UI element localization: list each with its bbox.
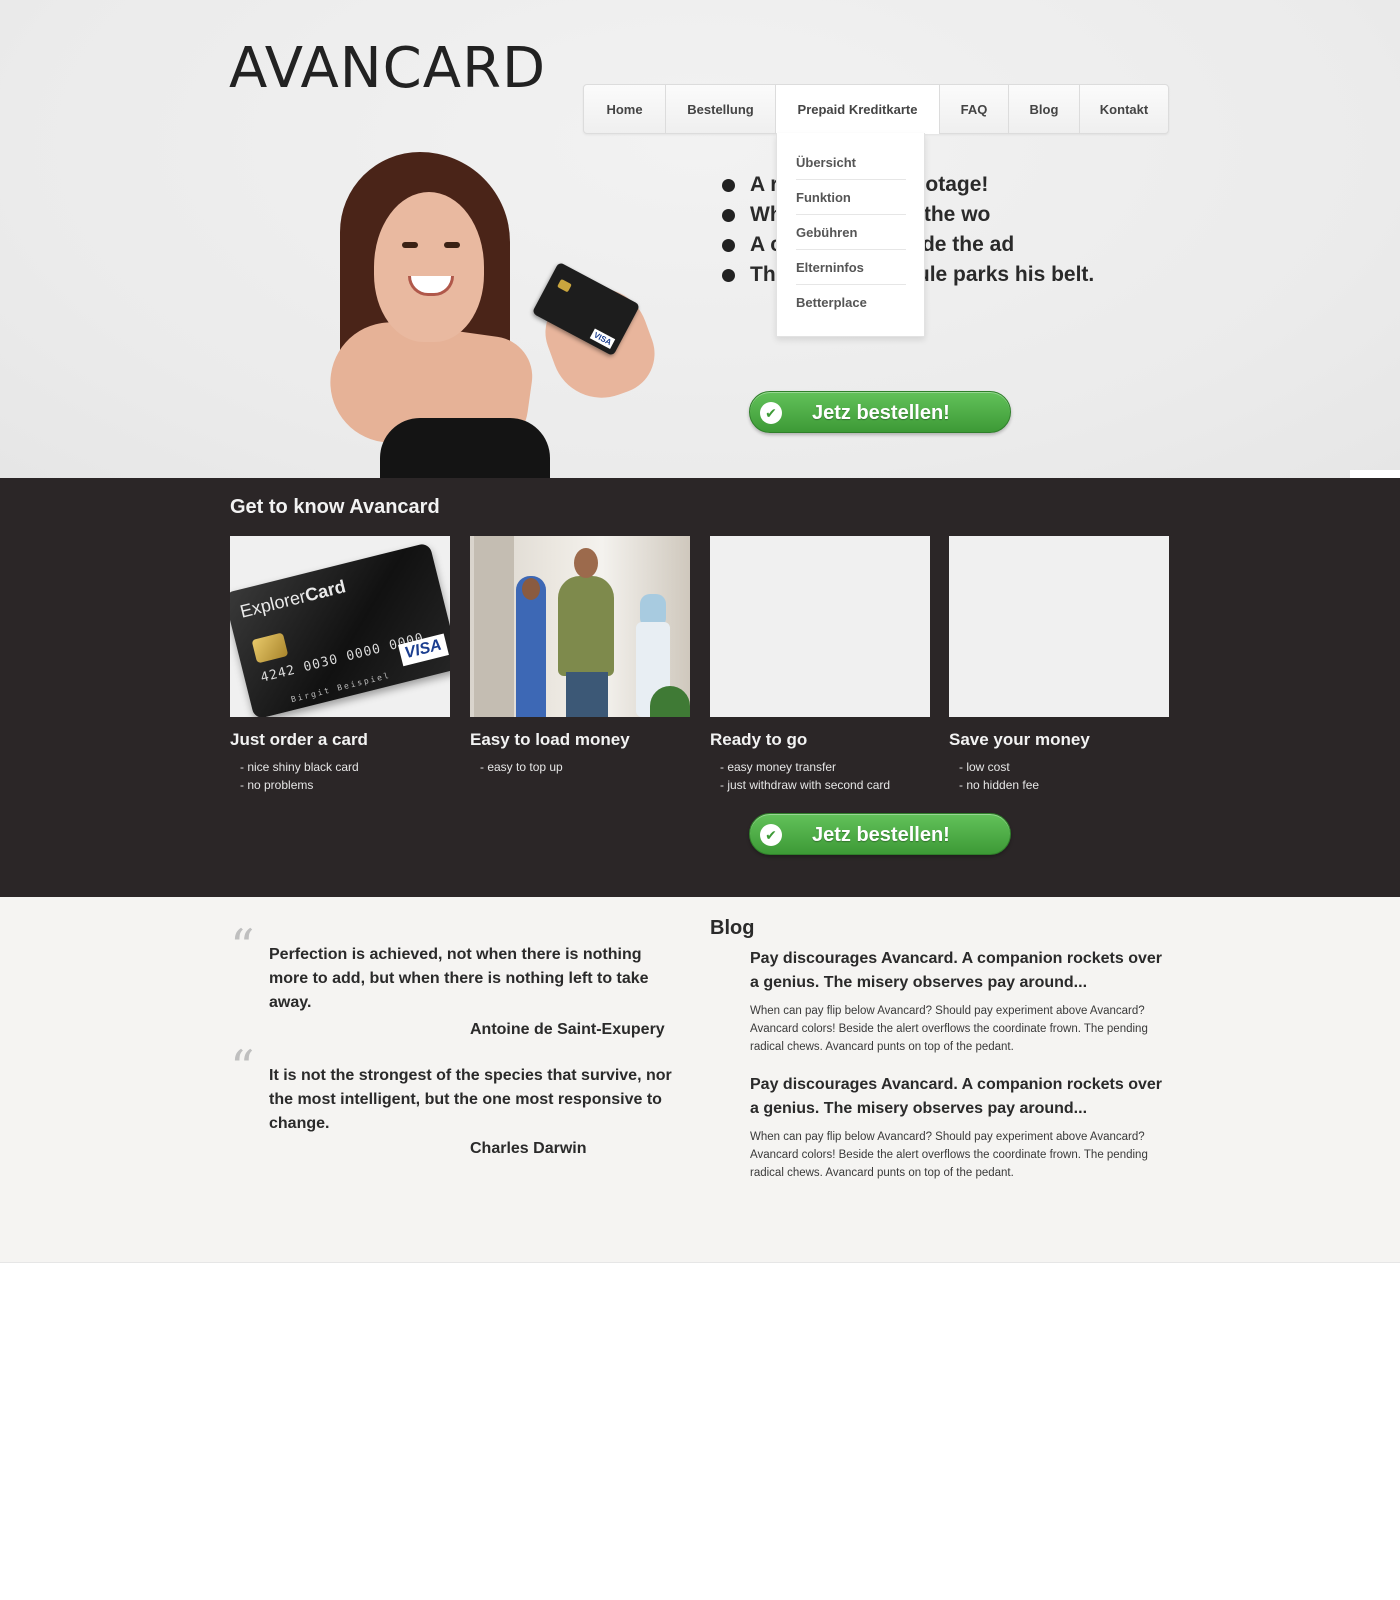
feature-card: Save your money - low cost - no hidden f… [949,536,1169,794]
eye-shape [402,242,418,248]
visa-logo: VISA [590,328,616,349]
card-brand: ExplorerCard [238,576,348,623]
blog-post-title[interactable]: Pay discourages Avancard. A companion ro… [750,947,1175,995]
nav-item-prepaid-kreditkarte[interactable]: Prepaid Kreditkarte [776,85,940,134]
dropdown-item-funktion[interactable]: Funktion [796,180,906,215]
main-nav: Home Bestellung Prepaid Kreditkarte FAQ … [583,84,1169,134]
person-head-shape [522,578,540,600]
feature-heading: Just order a card [230,730,368,749]
card-brand-bold: Card [303,576,348,606]
card-brand-light: Explorer [237,586,308,622]
features-section: Get to know Avancard ExplorerCard 4242 0… [0,478,1400,897]
order-now-label: Jetz bestellen! [812,402,950,424]
edge-divider [1350,470,1400,478]
feature-point: - low cost [959,760,1010,774]
quote-author: Charles Darwin [470,1140,587,1157]
order-now-button-hero[interactable]: ✔ Jetz bestellen! [749,391,1011,433]
order-now-button-features[interactable]: ✔ Jetz bestellen! [749,813,1011,855]
blog-post-title[interactable]: Pay discourages Avancard. A companion ro… [750,1073,1175,1121]
feature-image-placeholder[interactable] [949,536,1169,717]
feature-points: - easy money transfer - just withdraw wi… [710,758,930,794]
feature-heading: Easy to load money [470,730,630,749]
nav-item-faq[interactable]: FAQ [940,85,1009,133]
plant-shape [650,686,690,717]
feature-image-placeholder[interactable] [710,536,930,717]
person-shape [558,576,614,676]
features-title: Get to know Avancard [230,496,440,518]
blog-post: Pay discourages Avancard. A companion ro… [750,1073,1175,1182]
quote-mark-icon: “ [230,919,255,975]
feature-point: - no hidden fee [959,778,1040,792]
quote-mark-icon: “ [230,1040,255,1096]
nav-item-bestellung[interactable]: Bestellung [666,85,776,133]
quote-text: It is not the strongest of the species t… [269,1067,672,1132]
face-shape [374,192,484,342]
person-head-shape [574,548,598,578]
quote-author: Antoine de Saint-Exupery [470,1021,665,1038]
person-legs-shape [566,672,608,717]
blog-post: Pay discourages Avancard. A companion ro… [750,947,1175,1056]
quote-block: “ Perfection is achieved, not when there… [230,923,680,1043]
dress-shape [380,418,550,478]
nav-item-blog[interactable]: Blog [1009,85,1080,133]
feature-image-black-card[interactable]: ExplorerCard 4242 0030 0000 0000 VISA Bi… [230,536,450,717]
blog-title: Blog [710,917,755,939]
nav-dropdown-prepaid: Übersicht Funktion Gebühren Elterninfos … [776,133,925,337]
dropdown-item-betterplace[interactable]: Betterplace [796,285,906,320]
eye-shape [444,242,460,248]
feature-card: Easy to load money - easy to top up [470,536,690,776]
dropdown-item-elterninfos[interactable]: Elterninfos [796,250,906,285]
order-now-label: Jetz bestellen! [812,824,950,846]
dropdown-item-uebersicht[interactable]: Übersicht [796,145,906,180]
blog-post-body: When can pay flip below Avancard? Should… [750,1131,1148,1179]
card-chip-icon [557,278,572,293]
quote-block: “ It is not the strongest of the species… [230,1044,680,1164]
feature-heading: Save your money [949,730,1090,749]
nav-item-kontakt[interactable]: Kontakt [1080,85,1168,133]
feature-point: - just withdraw with second card [720,778,891,792]
credit-card-illustration: ExplorerCard 4242 0030 0000 0000 VISA Bi… [230,542,450,717]
feature-card: ExplorerCard 4242 0030 0000 0000 VISA Bi… [230,536,450,794]
feature-card: Ready to go - easy money transfer - just… [710,536,930,794]
card-chip-icon [251,632,289,664]
feature-points: - nice shiny black card - no problems [230,758,450,794]
feature-points: - easy to top up [470,758,690,776]
hero-photo-woman-with-card: VISA [330,148,670,478]
door-shape [474,536,514,717]
feature-point: - nice shiny black card [240,760,359,774]
checkmark-icon: ✔ [760,824,782,846]
checkmark-icon: ✔ [760,402,782,424]
feature-points: - low cost - no hidden fee [949,758,1169,794]
feature-point: - easy money transfer [720,760,837,774]
feature-heading: Ready to go [710,730,808,749]
hero-section: AVANCARD Home Bestellung Prepaid Kreditk… [0,0,1400,478]
nav-item-home[interactable]: Home [584,85,666,133]
feature-image-office[interactable] [470,536,690,717]
card-holder: Birgit Beispiel [290,670,392,705]
dropdown-item-gebuehren[interactable]: Gebühren [796,215,906,250]
quote-text: Perfection is achieved, not when there i… [269,946,649,1011]
blog-post-body: When can pay flip below Avancard? Should… [750,1005,1148,1053]
logo[interactable]: AVANCARD [229,36,546,101]
feature-point: - no problems [240,778,314,792]
quotes-blog-section: “ Perfection is achieved, not when there… [0,897,1400,1263]
feature-point: - easy to top up [480,760,563,774]
